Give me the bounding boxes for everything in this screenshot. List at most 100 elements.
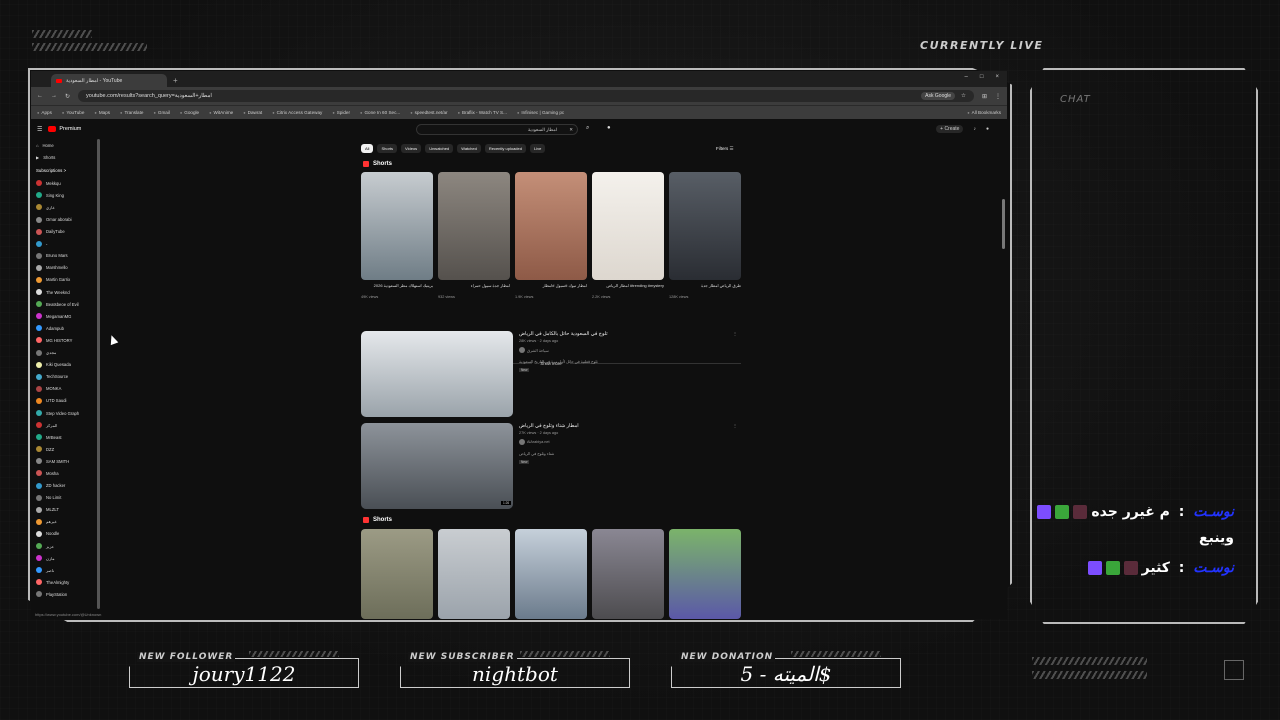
- sidebar-item-subscription[interactable]: MrBeast: [31, 431, 97, 443]
- video-thumbnail[interactable]: [361, 423, 513, 509]
- bell-icon[interactable]: ♪: [973, 126, 976, 132]
- bookmark-item[interactable]: Apps: [37, 110, 51, 115]
- short-title[interactable]: امطار الرياض #trending #mystery: [592, 283, 664, 288]
- url-input[interactable]: youtube.com/results?search_query=امطار+ا…: [78, 90, 974, 102]
- sidebar-item-subscription[interactable]: Mekkqu: [31, 177, 97, 189]
- short-thumbnail[interactable]: [438, 172, 510, 280]
- sidebar-item-subscription[interactable]: MegamanMG: [31, 310, 97, 322]
- sidebar-scrollbar[interactable]: [97, 139, 100, 609]
- bookmark-item[interactable]: Maps: [94, 110, 110, 115]
- bookmark-item[interactable]: YouTube: [62, 110, 84, 115]
- sidebar-item-subscription[interactable]: MLZLT: [31, 504, 97, 516]
- bookmark-item[interactable]: WitAnime: [209, 110, 234, 115]
- ask-google-button[interactable]: Ask Google: [921, 92, 956, 100]
- sidebar-item-subscription[interactable]: TechSource: [31, 371, 97, 383]
- short-thumbnail[interactable]: [515, 172, 587, 280]
- short-title[interactable]: بريتيك استهلاك مطر السعودية 2026: [361, 283, 433, 288]
- minimize-button[interactable]: –: [965, 74, 968, 80]
- sidebar-item-subscription[interactable]: Kiki Quesada: [31, 359, 97, 371]
- star-icon[interactable]: ☆: [961, 93, 966, 99]
- sidebar-item-subscription[interactable]: Martin Garrix: [31, 274, 97, 286]
- sidebar-item-subscription[interactable]: DZZ: [31, 443, 97, 455]
- bookmark-item[interactable]: speedtest.net/ar: [410, 110, 448, 115]
- sidebar-item-subscription[interactable]: غيرهم: [31, 516, 97, 528]
- sidebar-item-subscription[interactable]: Sing King: [31, 189, 97, 201]
- sidebar-item-subscription[interactable]: Adampub: [31, 322, 97, 334]
- short-title[interactable]: امطار جدة سيول حمراء: [438, 283, 510, 288]
- bookmark-item[interactable]: Translate: [120, 110, 143, 115]
- browser-tab[interactable]: امطار السعودية - YouTube: [51, 74, 167, 87]
- chip-recently-uploaded[interactable]: Recently uploaded: [484, 144, 526, 153]
- short-thumbnail[interactable]: [669, 529, 741, 619]
- bookmark-item[interactable]: Gmail: [153, 110, 170, 115]
- sidebar-item-subscription[interactable]: PlayStation: [31, 588, 97, 600]
- video-title[interactable]: ثلوج في السعودية حائل بالكامل في الرياض: [519, 331, 608, 337]
- sidebar-item-subscription[interactable]: عزيز: [31, 540, 97, 552]
- sidebar-item-subscription[interactable]: مجدي: [31, 347, 97, 359]
- short-title[interactable]: امطار تبوك #سيول #امطار: [515, 283, 587, 288]
- short-thumbnail[interactable]: [515, 529, 587, 619]
- sidebar-item-shorts[interactable]: ▶ Shorts: [31, 151, 97, 163]
- youtube-logo[interactable]: Premium: [48, 126, 81, 132]
- short-title[interactable]: طرق الرياض امطار جدة: [669, 283, 741, 288]
- reload-icon[interactable]: ↻: [65, 93, 70, 100]
- video-thumbnail[interactable]: [361, 331, 513, 417]
- short-thumbnail[interactable]: [361, 529, 433, 619]
- sidebar-item-subscription[interactable]: ZD hacker: [31, 480, 97, 492]
- filters-button[interactable]: Filters ☰: [716, 146, 734, 152]
- sidebar-item-subscription[interactable]: No Limit: [31, 492, 97, 504]
- sidebar-item-subscription[interactable]: MG HISTORY: [31, 334, 97, 346]
- mic-icon[interactable]: ●: [607, 125, 611, 131]
- search-icon[interactable]: ⌕: [586, 125, 589, 132]
- chip-unwatched[interactable]: Unwatched: [425, 144, 454, 153]
- sidebar-item-subscription[interactable]: MONKA: [31, 383, 97, 395]
- sidebar-item-subscription[interactable]: Omar aborabi: [31, 213, 97, 225]
- short-thumbnail[interactable]: [438, 529, 510, 619]
- bookmark-item[interactable]: Braflix - Watch TV S...: [458, 110, 507, 115]
- chip-live[interactable]: Live: [529, 144, 546, 153]
- video-title[interactable]: امطار شتاء وثلوج في الرياض: [519, 423, 579, 429]
- bookmark-item[interactable]: Spider: [332, 110, 350, 115]
- short-thumbnail[interactable]: [592, 529, 664, 619]
- sidebar-item-subscription[interactable]: غازي: [31, 201, 97, 213]
- maximize-button[interactable]: □: [980, 74, 984, 80]
- search-input[interactable]: امطار السعودية ✕: [416, 124, 578, 135]
- channel-avatar[interactable]: [519, 439, 525, 445]
- sidebar-item-subscription[interactable]: ناصر: [31, 564, 97, 576]
- sidebar-item-subscription[interactable]: ـ: [31, 238, 97, 250]
- sidebar-item-subscription[interactable]: Step Video Graph: [31, 407, 97, 419]
- bookmark-item[interactable]: Citrix Access Gateway: [272, 110, 323, 115]
- channel-name[interactable]: سياحة الشرق: [527, 348, 549, 353]
- sidebar-item-subscription[interactable]: المركز: [31, 419, 97, 431]
- sidebar-item-subscription[interactable]: SAM SMITH: [31, 455, 97, 467]
- forward-icon[interactable]: →: [51, 93, 57, 99]
- close-button[interactable]: ×: [995, 74, 999, 80]
- sidebar-item-subscription[interactable]: مازن: [31, 552, 97, 564]
- all-bookmarks[interactable]: All Bookmarks: [967, 110, 1001, 115]
- more-options-icon[interactable]: ⋮: [733, 423, 737, 428]
- subscriptions-header[interactable]: Subscriptions >: [31, 163, 97, 177]
- sidebar-item-subscription[interactable]: UTD Saudi: [31, 395, 97, 407]
- sidebar-item-subscription[interactable]: Beatsbeoe of Evil: [31, 298, 97, 310]
- short-thumbnail[interactable]: [592, 172, 664, 280]
- avatar[interactable]: ●: [986, 126, 989, 132]
- bookmark-item[interactable]: Google: [180, 110, 199, 115]
- channel-avatar[interactable]: [519, 347, 525, 353]
- bookmark-item[interactable]: Dawrat: [243, 110, 263, 115]
- more-options-icon[interactable]: ⋮: [733, 331, 737, 336]
- extensions-icon[interactable]: ⊞: [982, 93, 987, 100]
- back-icon[interactable]: ←: [37, 93, 43, 99]
- hamburger-icon[interactable]: ☰: [37, 126, 42, 133]
- chip-watched[interactable]: Watched: [457, 144, 481, 153]
- sidebar-item-subscription[interactable]: The Weeknd: [31, 286, 97, 298]
- sidebar-item-home[interactable]: ⌂ Home: [31, 139, 97, 151]
- new-tab-button[interactable]: +: [173, 76, 178, 87]
- short-thumbnail[interactable]: [669, 172, 741, 280]
- clear-icon[interactable]: ✕: [569, 127, 573, 133]
- chip-videos[interactable]: Videos: [401, 144, 422, 153]
- create-button[interactable]: + Create: [936, 125, 964, 133]
- bookmark-item[interactable]: Infinisec | Gaming pc: [517, 110, 564, 115]
- chip-all[interactable]: All: [361, 144, 374, 153]
- channel-name[interactable]: AlArabiya.net: [527, 440, 550, 444]
- menu-icon[interactable]: ⋮: [995, 93, 1001, 100]
